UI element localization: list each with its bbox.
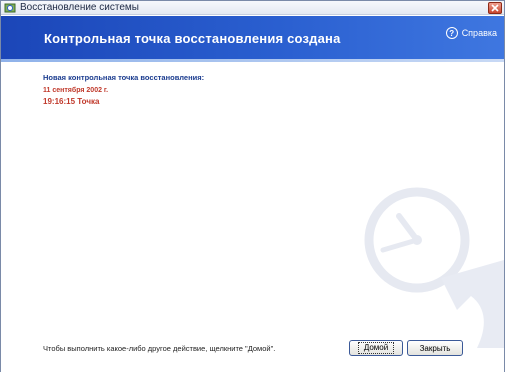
footer-hint: Чтобы выполнить какое-либо другое действ… <box>43 344 276 353</box>
home-button[interactable]: Домой <box>349 340 403 356</box>
restore-point-date: 11 сентября 2002 г. <box>43 87 109 94</box>
main-content: Новая контрольная точка восстановления: … <box>1 62 504 372</box>
restore-point-name: 19:16:15 Точка <box>43 97 100 106</box>
help-icon: ? <box>445 27 458 39</box>
close-icon <box>491 4 499 12</box>
help-link[interactable]: ? Справка <box>445 27 497 39</box>
header-banner: Контрольная точка восстановления создана… <box>1 16 504 59</box>
title-bar[interactable]: Восстановление системы <box>1 1 504 15</box>
home-button-label: Домой <box>357 342 395 354</box>
close-dialog-button[interactable]: Закрыть <box>407 340 463 356</box>
system-restore-icon <box>4 3 16 13</box>
restore-point-heading: Новая контрольная точка восстановления: <box>43 73 205 82</box>
window-title: Восстановление системы <box>20 2 139 13</box>
clock-watermark-icon <box>364 187 504 348</box>
system-restore-window: Восстановление системы Контрольная точка… <box>0 0 505 372</box>
help-label: Справка <box>461 28 497 38</box>
page-title: Контрольная точка восстановления создана <box>44 31 341 46</box>
close-button[interactable] <box>488 2 502 14</box>
close-button-label: Закрыть <box>419 343 451 353</box>
